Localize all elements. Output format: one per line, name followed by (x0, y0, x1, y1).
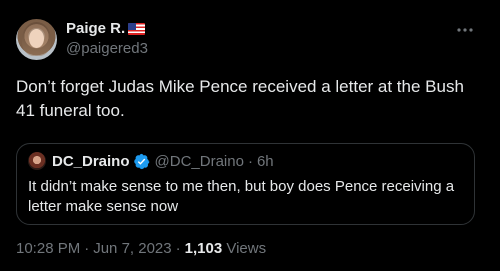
quoted-author-handle[interactable]: @DC_Draino (155, 153, 244, 170)
quoted-tweet-text: It didn’t make sense to me then, but boy… (28, 178, 455, 215)
quoted-author-name[interactable]: DC_Draino (52, 153, 130, 170)
author-avatar[interactable] (16, 19, 57, 60)
tweet-card: Paige R. @paigered3 Don’t forget Judas M… (0, 0, 500, 271)
author-name-row: Paige R. (66, 19, 148, 38)
tweet-date[interactable]: Jun 7, 2023 (93, 240, 171, 257)
separator-dot: · (247, 152, 253, 170)
more-options-button[interactable] (455, 20, 475, 40)
tweet-meta: 10:28 PM · Jun 7, 2023 · 1,103 Views (16, 240, 266, 257)
quoted-tweet-time[interactable]: 6h (257, 153, 274, 170)
tweet-text: Don’t forget Judas Mike Pence received a… (16, 77, 464, 120)
separator-dot: · (175, 240, 181, 257)
author-name[interactable]: Paige R. (66, 20, 125, 37)
separator-dot: · (84, 240, 90, 257)
views-count[interactable]: 1,103 (185, 240, 223, 257)
quoted-tweet-header: DC_Draino @DC_Draino · 6h (28, 152, 274, 170)
avatar-face (29, 29, 44, 48)
quoted-author-avatar[interactable] (28, 152, 46, 170)
tweet-time[interactable]: 10:28 PM (16, 240, 80, 257)
tweet-header: Paige R. @paigered3 (66, 19, 148, 57)
quoted-tweet[interactable]: DC_Draino @DC_Draino · 6h It didn’t make… (16, 143, 475, 225)
views-label: Views (226, 240, 267, 257)
us-flag-icon (128, 22, 146, 35)
more-horizontal-icon (457, 28, 473, 32)
author-handle[interactable]: @paigered3 (66, 40, 148, 57)
verified-badge-icon (133, 153, 149, 169)
